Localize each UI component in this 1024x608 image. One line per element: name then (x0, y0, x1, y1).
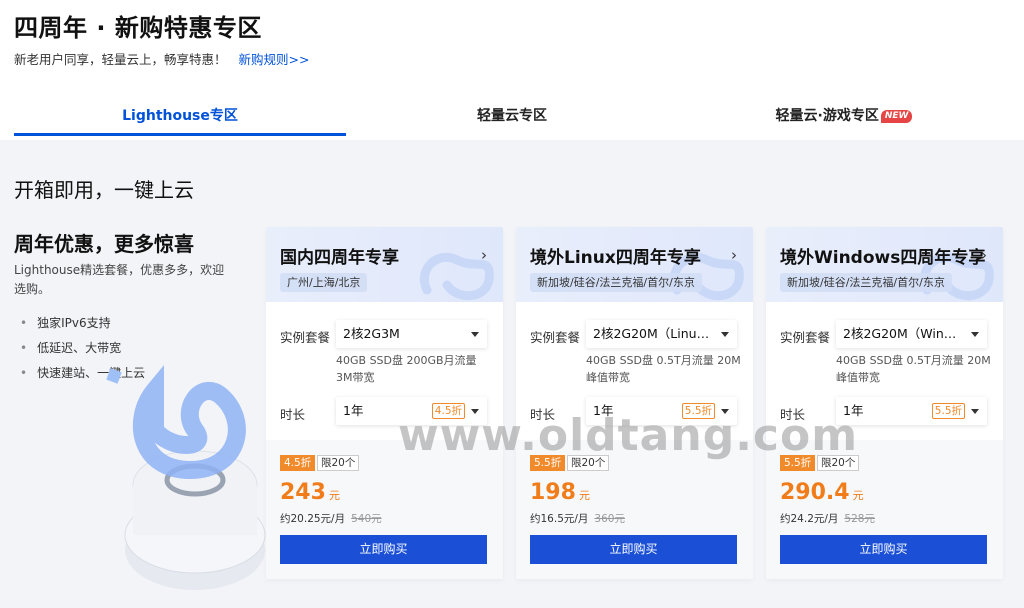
card-title: 境外Linux四周年专享 (530, 248, 701, 268)
price-unit: 元 (328, 489, 340, 502)
price: 243 元 (280, 480, 340, 505)
new-badge: NEW (880, 110, 913, 123)
promo-title: 周年优惠，更多惊喜 (14, 232, 194, 256)
spec-select[interactable]: 2核2G20M（Linux） (586, 320, 737, 348)
promo-description: Lighthouse精选套餐，优惠多多，欢迎选购。 (14, 263, 225, 296)
limit-badge: 限20个 (317, 455, 360, 471)
watermark: www.oldtang.com (398, 410, 859, 461)
feature-item: 独家IPv6支持 (20, 311, 145, 336)
page-header: 四周年 · 新购特惠专区 新老用户同享，轻量云上，畅享特惠！ 新购规则>> Lig… (0, 0, 1024, 140)
buy-now-button[interactable]: 立即购买 (280, 535, 487, 564)
card-regions: 新加坡/硅谷/法兰克福/首尔/东京 (780, 273, 952, 292)
duration-select[interactable]: 1年 5.5折 (836, 397, 987, 425)
price-value: 198 (530, 480, 576, 505)
caret-down-icon (971, 409, 979, 414)
price-value: 243 (280, 480, 326, 505)
duration-label: 时长 (280, 407, 306, 422)
price: 290.4 元 (780, 480, 864, 505)
tab-game-zone[interactable]: 轻量云·游戏专区 NEW (678, 96, 1010, 140)
price-value: 290.4 (780, 480, 850, 505)
card-header[interactable]: 境外Linux四周年专享 › 新加坡/硅谷/法兰克福/首尔/东京 (516, 227, 753, 302)
duration-select-value: 1年 (343, 403, 364, 418)
caret-down-icon (721, 332, 729, 337)
spec-label: 实例套餐 (780, 330, 831, 345)
tab-lightweight-cloud[interactable]: 轻量云专区 (346, 96, 678, 140)
card-title: 境外Windows四周年专享 (780, 248, 986, 268)
monthly-price-value: 约20.25元/月 (280, 513, 346, 525)
caret-down-icon (971, 332, 979, 337)
spec-select[interactable]: 2核2G3M (336, 320, 487, 348)
price-unit: 元 (578, 489, 590, 502)
card-regions: 广州/上海/北京 (280, 273, 368, 292)
duration-discount-tag: 5.5折 (931, 403, 965, 419)
discount-badge: 4.5折 (280, 455, 316, 471)
chevron-right-icon[interactable]: › (981, 246, 987, 264)
offer-card-overseas-linux: 境外Linux四周年专享 › 新加坡/硅谷/法兰克福/首尔/东京 实例套餐 2核… (516, 227, 753, 579)
tab-lighthouse[interactable]: Lighthouse专区 (14, 96, 346, 140)
page-subtitle: 新老用户同享，轻量云上，畅享特惠！ 新购规则>> (14, 49, 309, 68)
spec-select-value: 2核2G20M（Windows） (843, 326, 987, 341)
caret-down-icon (471, 332, 479, 337)
offer-card-domestic: 国内四周年专享 › 广州/上海/北京 实例套餐 2核2G3M 40GB SSD盘… (266, 227, 503, 579)
spec-label: 实例套餐 (530, 330, 581, 345)
spec-select-value: 2核2G20M（Linux） (593, 326, 717, 341)
main-content: 开箱即用，一键上云 周年优惠，更多惊喜 Lighthouse精选套餐，优惠多多，… (0, 140, 1024, 608)
spec-select[interactable]: 2核2G20M（Windows） (836, 320, 987, 348)
card-header[interactable]: 国内四周年专享 › 广州/上海/北京 (266, 227, 503, 302)
tab-lightweight-cloud-label: 轻量云专区 (477, 108, 547, 124)
tab-game-zone-label: 轻量云·游戏专区 (775, 108, 879, 124)
card-title: 国内四周年专享 (280, 248, 399, 268)
card-regions: 新加坡/硅谷/法兰克福/首尔/东京 (530, 273, 702, 292)
monthly-price: 约16.5元/月 360元 (530, 511, 625, 526)
original-price: 528元 (844, 513, 875, 525)
chevron-right-icon[interactable]: › (481, 246, 487, 264)
spec-label: 实例套餐 (280, 330, 331, 345)
spec-description: 40GB SSD盘 0.5T月流量 20M峰值带宽 (836, 354, 991, 384)
monthly-price: 约24.2元/月 528元 (780, 511, 875, 526)
tab-lighthouse-label: Lighthouse专区 (122, 108, 238, 124)
price-unit: 元 (852, 489, 864, 502)
spec-description: 40GB SSD盘 200GB月流量 3M带宽 (336, 354, 477, 384)
buy-now-button[interactable]: 立即购买 (530, 535, 737, 564)
chevron-right-icon[interactable]: › (731, 246, 737, 264)
cloud-server-illustration (106, 365, 266, 590)
price: 198 元 (530, 480, 590, 505)
original-price: 540元 (351, 513, 382, 525)
zone-tabs: Lighthouse专区 轻量云专区 轻量云·游戏专区 NEW (14, 96, 1010, 140)
offer-card-overseas-windows: 境外Windows四周年专享 › 新加坡/硅谷/法兰克福/首尔/东京 实例套餐 … (766, 227, 1003, 579)
page-title: 四周年 · 新购特惠专区 (14, 14, 262, 42)
section-title: 开箱即用，一键上云 (14, 178, 194, 202)
subtitle-text: 新老用户同享，轻量云上，畅享特惠！ (14, 52, 227, 67)
rules-link[interactable]: 新购规则>> (239, 52, 310, 67)
monthly-price-value: 约24.2元/月 (780, 513, 839, 525)
original-price: 360元 (594, 513, 625, 525)
monthly-price-value: 约16.5元/月 (530, 513, 589, 525)
card-header[interactable]: 境外Windows四周年专享 › 新加坡/硅谷/法兰克福/首尔/东京 (766, 227, 1003, 302)
spec-select-value: 2核2G3M (343, 326, 400, 341)
monthly-price: 约20.25元/月 540元 (280, 511, 382, 526)
buy-now-button[interactable]: 立即购买 (780, 535, 987, 564)
spec-description: 40GB SSD盘 0.5T月流量 20M峰值带宽 (586, 354, 741, 384)
